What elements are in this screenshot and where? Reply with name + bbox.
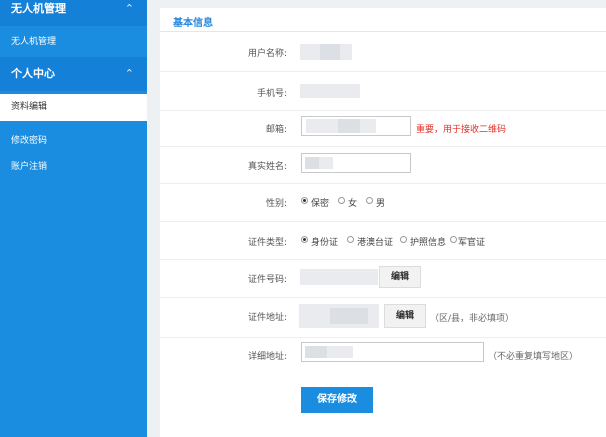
sidebar-group-drone-title: 无人机管理 <box>11 2 66 15</box>
sidebar-item-profile-edit[interactable]: 资料编辑 <box>0 94 147 121</box>
gender-option-male: 男 <box>376 199 386 209</box>
main-panel: 基本信息 用户名称: 手机号: 邮箱: 重要，用于接收二维码 真实姓名: 性别:… <box>160 8 606 437</box>
sidebar-group-user[interactable]: 个人中心 ⌃ <box>0 57 147 91</box>
detail-address-hint: （不必重复填写地区） <box>488 352 579 362</box>
divider <box>160 71 606 72</box>
sidebar: 无人机管理 ⌃ 无人机管理 个人中心 ⌃ 资料编辑 修改密码 账户注销 <box>0 0 147 437</box>
id-type-option-officer: 军官证 <box>458 238 486 248</box>
id-number-edit-button[interactable]: 编辑 <box>379 266 421 288</box>
id-type-option-idcard: 身份证 <box>311 238 339 248</box>
divider <box>160 31 606 32</box>
id-address-value-blur <box>330 308 368 324</box>
phone-value <box>300 84 360 98</box>
id-type-radio-idcard[interactable] <box>301 236 308 243</box>
username-value-blur <box>320 44 340 60</box>
sidebar-group-user-title: 个人中心 <box>11 67 55 80</box>
divider <box>160 146 606 147</box>
email-note: 重要，用于接收二维码 <box>416 125 507 135</box>
sidebar-item-account-cancel[interactable]: 账户注销 <box>11 159 47 172</box>
username-label: 用户名称: <box>247 49 287 59</box>
phone-label: 手机号: <box>256 89 287 99</box>
id-type-option-hkmt: 港澳台证 <box>357 238 394 248</box>
detail-address-value-blur <box>327 346 353 358</box>
id-number-value <box>300 269 378 285</box>
realname-value <box>305 157 319 169</box>
email-value-blur <box>338 119 360 133</box>
divider <box>160 297 606 298</box>
email-field[interactable] <box>301 116 411 136</box>
gender-radio-male[interactable] <box>366 197 373 204</box>
gender-option-secret: 保密 <box>311 199 330 209</box>
sidebar-item-drone-management[interactable]: 无人机管理 <box>11 34 56 47</box>
gender-radio-female[interactable] <box>338 197 345 204</box>
sidebar-item-change-password[interactable]: 修改密码 <box>11 133 47 146</box>
detail-address-label: 详细地址: <box>247 352 287 362</box>
chevron-up-icon: ⌃ <box>124 67 134 80</box>
divider <box>160 110 606 111</box>
gender-radio-secret[interactable] <box>301 197 308 204</box>
id-address-label: 证件地址: <box>247 313 287 323</box>
divider <box>160 337 606 338</box>
id-number-label: 证件号码: <box>247 275 287 285</box>
realname-field[interactable] <box>301 153 411 173</box>
divider <box>160 183 606 184</box>
id-address-hint: （区/县，非必填项） <box>430 314 515 324</box>
sidebar-group-drone[interactable]: 无人机管理 ⌃ <box>0 0 147 26</box>
id-type-label: 证件类型: <box>247 238 287 248</box>
email-label: 邮箱: <box>265 125 287 135</box>
detail-address-field[interactable] <box>301 342 484 362</box>
id-type-radio-hkmt[interactable] <box>347 236 354 243</box>
page-title: 基本信息 <box>173 18 213 29</box>
id-type-radio-passport[interactable] <box>400 236 407 243</box>
id-type-option-passport: 护照信息 <box>410 238 447 248</box>
gender-option-female: 女 <box>348 199 358 209</box>
detail-address-value <box>305 346 327 358</box>
gender-label: 性别: <box>265 199 287 209</box>
realname-value-blur <box>319 157 333 169</box>
save-button[interactable]: 保存修改 <box>301 387 373 413</box>
chevron-up-icon: ⌃ <box>124 2 134 15</box>
id-address-edit-button[interactable]: 编辑 <box>384 304 426 328</box>
divider <box>160 259 606 260</box>
id-type-radio-officer[interactable] <box>450 236 457 243</box>
realname-label: 真实姓名: <box>247 162 287 172</box>
divider <box>160 221 606 222</box>
